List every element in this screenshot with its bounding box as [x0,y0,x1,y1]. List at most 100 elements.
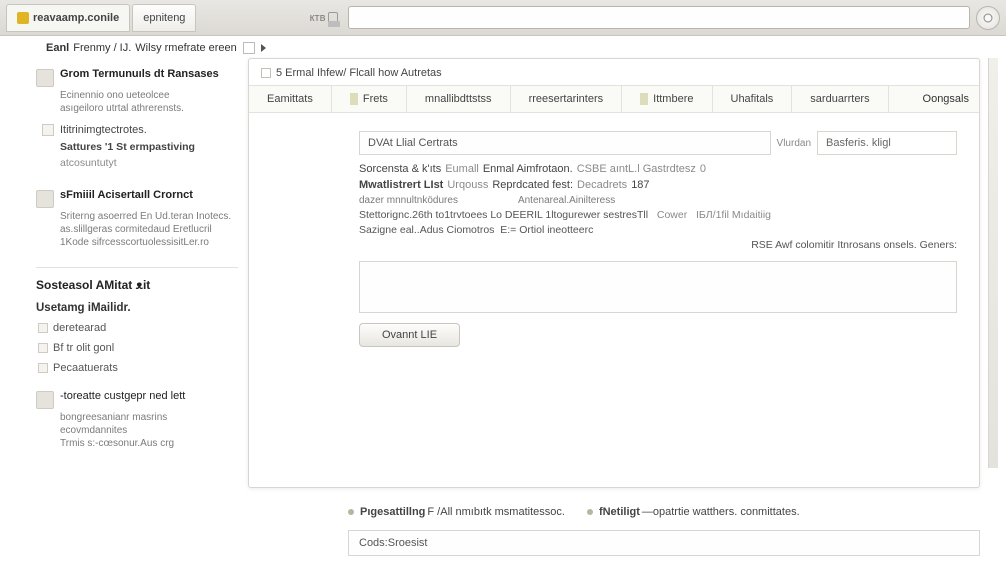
sidebar: Grom Termunuıls dt Ransases Ecinennio on… [0,58,248,468]
info-label: Urqouss [447,179,488,191]
field-row-contacts: DVAt Llial Certrats Vlurdan Basferis. kl… [359,131,957,155]
go-arrow-icon [983,13,993,23]
breadcrumb: Eanl Frenmy / IJ. Wilsy rmefrate ereen [0,36,1006,58]
form-area: DVAt Llial Certrats Vlurdan Basferis. kl… [249,113,979,359]
info-row-email: Sorcensta & k'ıts Eumall Enmal Aimfrotao… [359,163,957,175]
sidebar-subitem[interactable]: atcosuntutyt [36,155,238,171]
sidebar-section-header: Sosteasol AMitat ᴥit [36,267,238,292]
footer-text: F /All nmıbıtk msmatitessoc. [427,506,565,518]
sidebar-block-desc: bongreesanianr masrins [60,411,238,424]
sidebar-link[interactable]: Pecaatuerats [36,358,238,378]
sidebar-link-label: Bf tr olit gonl [53,342,114,354]
sidebar-block-desc: ecovmdannites [60,424,238,437]
tab-presenters[interactable]: rreesertarinters [511,86,623,112]
sidebar-block-templates: Grom Termunuıls dt Ransases Ecinennio on… [36,68,238,171]
sidebar-item[interactable]: Ititrinimgtectrotes. [36,121,238,139]
detail-text: Cower [657,209,687,221]
detail-row: Sazigne eal..Adus Ciomotros E:= Ortiol i… [359,224,957,236]
breadcrumb-part[interactable]: Eanl [46,42,69,54]
detail-text: Stettorignc.26th to1trvtoees Lo DEERIL 1… [359,209,648,221]
bullet-icon [38,363,48,373]
breadcrumb-expand-icon[interactable] [261,44,266,52]
doc-stack-icon [36,69,54,87]
panel-title-text: 5 Ermal Ihfew/ Flcall how Autretas [276,67,442,79]
main-panel: 5 Ermal Ihfew/ Flcall how Autretas Oongs… [248,58,980,488]
sidebar-link-label: Pecaatuerats [53,362,118,374]
square-icon [42,124,54,136]
tab-starters[interactable]: sarduarrters [792,86,888,112]
subheader-label: dazer mnnultnködures [359,195,458,206]
scrollbar[interactable] [988,58,998,468]
favicon-icon [17,12,29,24]
tab-updates[interactable]: Uhafitals [713,86,793,112]
sidebar-block-create: -toreatte custgepr ned lett bongreesania… [36,390,238,450]
footer-label: Pıgesattillng [360,506,425,518]
tab-label: Frets [363,93,388,105]
panel-action-link[interactable]: Oongsals [923,93,969,105]
info-count: 0 [700,163,706,175]
info-label: CSBE aıntL.l Gastrdtesz [577,163,696,175]
panel-title-icon [261,68,271,78]
security-indicator: ктв [198,12,348,24]
tab-mailboxes[interactable]: mnallibdttstss [407,86,511,112]
sidebar-block-title: Grom Termunuıls dt Ransases [60,68,219,80]
tab-label: Ittmbere [653,93,693,105]
sub-headers: dazer mnnultnködures Antenareal.Ainilter… [359,195,957,206]
tab-files[interactable]: Frets [332,86,407,112]
browser-tab-1[interactable]: reavaamp.conile [6,4,130,32]
detail-text: E:= Ortiol ineotteerc [500,224,593,236]
dot-icon [587,509,593,515]
info-label: Reprdcated fest: [492,179,573,191]
panel-title: 5 Ermal Ihfew/ Flcall how Autretas [249,59,979,85]
tab-members[interactable]: Ittmbere [622,86,712,112]
field-side-label: Vlurdan [777,138,811,149]
tab-label: reavaamp.conile [33,12,119,24]
info-label: Eumall [445,163,479,175]
info-label: Enmal Aimfrotaon. [483,163,573,175]
sidebar-block-desc: 1Kode sifrcesscortuolessisitLer.ro [60,236,238,249]
detail-row: RSE Awf colomitir Itnrosans onsels. Gene… [359,239,957,251]
flag-icon [350,93,358,105]
doc-icon [36,190,54,208]
notes-textarea[interactable] [359,261,957,313]
sidebar-item-label: Ititrinimgtectrotes. [60,124,147,136]
sidebar-link[interactable]: deretearad [36,318,238,338]
side-field[interactable]: Basferis. kligl [817,131,957,155]
info-row-list: Mwatlistrert LIst Urqouss Reprdcated fes… [359,179,957,191]
detail-text: IБЛ/1fil Mıdaitiig [696,209,771,221]
contacts-field[interactable]: DVAt Llial Certrats [359,131,771,155]
footer-summary: Pıgesattillng F /All nmıbıtk msmatitesso… [248,506,980,518]
footer-text: —opatrtie watthers. conmittates. [642,506,800,518]
security-label: ктв [310,12,326,24]
browser-tabs: reavaamp.conile epniteng [6,4,198,32]
address-input[interactable] [348,6,970,29]
tab-label: epniteng [143,12,185,24]
bullet-icon [38,323,48,333]
info-count: 187 [631,179,649,191]
sidebar-block-desc: asıgeiloro utrtal athrerensts. [60,102,238,115]
sidebar-block-desc: Trmis s:-cœsonur.Aus crg [60,437,238,450]
sidebar-block-desc: Sriterng asoerred En Ud.teran Inotecs. [60,210,238,223]
submit-button[interactable]: Ovannt LIE [359,323,460,347]
sidebar-link-label: deretearad [53,322,106,334]
sidebar-section-header: Usetamg iMailidr. [36,302,238,314]
breadcrumb-flag-icon [243,42,255,54]
browser-tab-2[interactable]: epniteng [132,4,196,32]
breadcrumb-part[interactable]: Frenmy / IJ. [73,42,131,54]
sidebar-link[interactable]: Bf tr olit gonl [36,338,238,358]
footer-seg: fNetiligt —opatrtie watthers. conmittate… [587,506,800,518]
detail-row: Stettorignc.26th to1trvtoees Lo DEERIL 1… [359,209,957,221]
sidebar-subitem[interactable]: Sattures '1 St ermpastiving [36,139,238,155]
go-button[interactable] [976,6,1000,30]
breadcrumb-part[interactable]: Wilsy rmefrate ereen [135,42,236,54]
footer-input[interactable]: Cods:Sroesist [348,530,980,556]
sidebar-block-account: sFmiiil Acisertaıll Crornct Sriterng aso… [36,189,238,249]
lock-icon [328,12,338,24]
subheader-label: Antenareal.Ainilteress [518,195,615,206]
doc-icon [36,391,54,409]
dot-icon [348,509,354,515]
panel-tabs: Eamittats Frets mnallibdttstss rreeserta… [249,85,979,113]
address-bar-wrap [348,6,970,29]
tab-emails[interactable]: Eamittats [249,86,332,112]
sidebar-block-desc: Ecinennio ono ueteolcee [60,89,238,102]
